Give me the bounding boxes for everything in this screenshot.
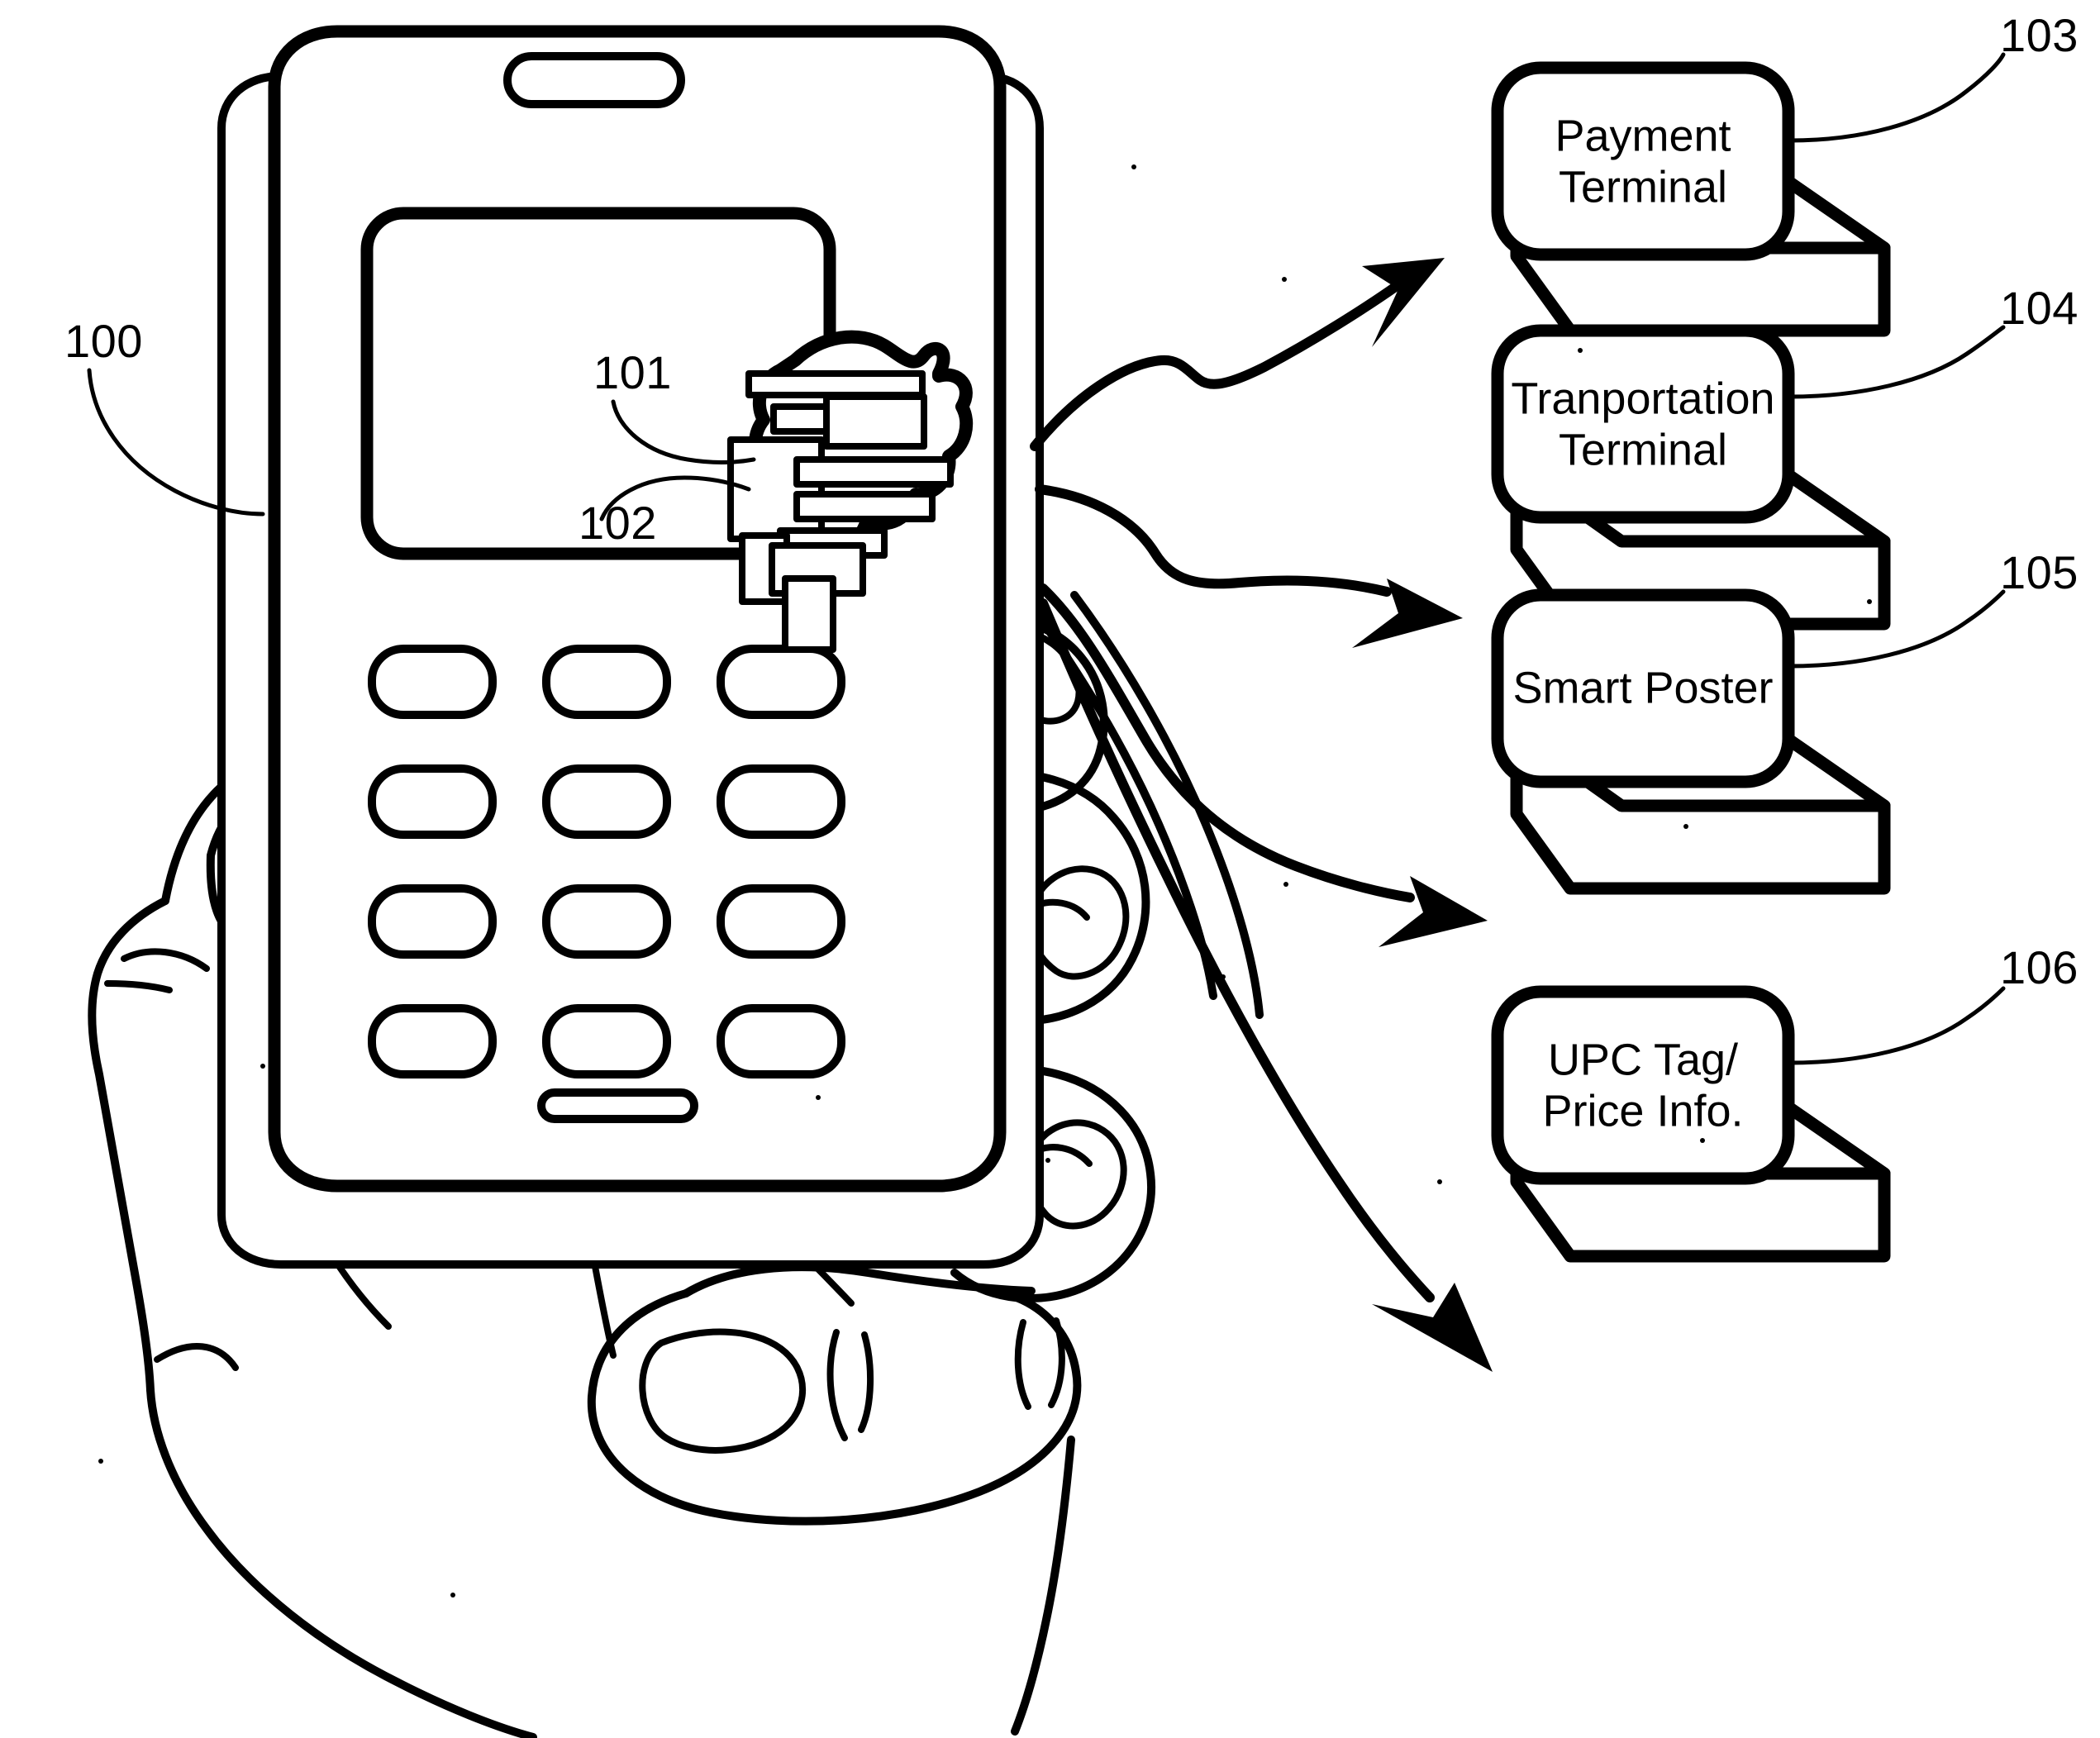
ref-106-label: 106 <box>2000 941 2079 993</box>
payment-terminal-label-line1: Payment <box>1555 111 1731 160</box>
scan-speck <box>1683 824 1688 829</box>
ref-102-label: 102 <box>579 497 657 549</box>
ref-104-label: 104 <box>2000 282 2079 334</box>
keypad-key[interactable] <box>542 884 671 959</box>
ref-101-label: 101 <box>593 346 672 398</box>
keypad-key[interactable] <box>717 645 845 719</box>
finger-pinky-crease-1 <box>826 1329 848 1441</box>
nfc-trace <box>793 491 936 522</box>
palm-thumb-web-crease <box>154 1343 239 1371</box>
ref-104-leader <box>1788 325 2006 399</box>
scan-speck <box>816 1095 821 1100</box>
transportation-terminal-label-line2: Terminal <box>1559 425 1727 474</box>
scan-speck <box>1131 164 1136 169</box>
finger-pinky-outline <box>682 1263 1036 1298</box>
keypad-key[interactable] <box>368 884 497 959</box>
finger-middle-nail <box>1026 865 1130 980</box>
upc-tag-panel[interactable] <box>1491 985 1795 1185</box>
scan-speck <box>1045 1158 1050 1163</box>
palm-lower-left-edge <box>146 1386 537 1738</box>
ref-106-leader <box>1788 986 2006 1065</box>
upc-tag-label-line1: UPC Tag/ <box>1548 1035 1738 1084</box>
scan-speck <box>1700 1138 1705 1143</box>
thumb-knuckle-crease <box>121 948 210 972</box>
scan-speck <box>1578 348 1583 353</box>
scan-speck <box>260 1064 265 1069</box>
scan-speck <box>1282 277 1287 282</box>
arrowhead-smart-poster <box>1379 876 1488 947</box>
microphone-slot <box>537 1088 698 1123</box>
scan-speck <box>1437 1179 1442 1184</box>
ref-105-label: 105 <box>2000 546 2079 598</box>
smart-poster-label-line1: Smart Poster <box>1512 663 1773 712</box>
transportation-terminal-label-line1: Tranportation <box>1511 374 1774 423</box>
arrow-to-transportation-terminal <box>1035 484 1392 597</box>
ref-103-leader <box>1788 52 2006 143</box>
nfc-trace <box>782 575 836 653</box>
arrow-to-payment-terminal <box>1030 281 1402 451</box>
finger-pinky-crease-4 <box>1048 1317 1065 1408</box>
keypad-key[interactable] <box>542 1004 671 1079</box>
earpiece-speaker <box>503 52 685 108</box>
scan-speck <box>1283 882 1288 887</box>
palm-left-edge <box>88 897 169 1394</box>
upc-tag-label-line2: Price Info. <box>1542 1086 1743 1136</box>
keypad-key[interactable] <box>717 1004 845 1079</box>
thumb-crease-2 <box>104 980 173 993</box>
payment-terminal-panel[interactable] <box>1491 61 1795 261</box>
scan-speck <box>1221 974 1226 979</box>
keypad-key[interactable] <box>368 1004 497 1079</box>
nfc-trace <box>793 456 954 488</box>
keypad-key[interactable] <box>542 645 671 719</box>
scan-speck <box>1867 599 1872 604</box>
transportation-terminal-panel[interactable] <box>1491 324 1795 524</box>
target-payment-terminal[interactable]: Payment Terminal 103 <box>1491 9 2079 337</box>
keypad-key[interactable] <box>368 764 497 839</box>
nfc-arrows <box>1030 258 1493 1372</box>
keypad-key[interactable] <box>717 884 845 959</box>
keypad-key[interactable] <box>368 645 497 719</box>
ref-100-label: 100 <box>64 315 143 367</box>
figure-canvas: 100 101 102 Payment Terminal 103 Tranpor… <box>64 9 2079 1738</box>
keypad-key[interactable] <box>542 764 671 839</box>
finger-pinky-crease-2 <box>858 1331 874 1433</box>
ref-103-label: 103 <box>2000 9 2079 61</box>
finger-pinky-crease-3 <box>1014 1319 1031 1410</box>
nfc-trace <box>745 370 926 398</box>
scan-speck <box>450 1593 455 1598</box>
nfc-trace <box>823 393 927 450</box>
hand-lower-right-edge <box>1011 1436 1075 1736</box>
mobile-phone[interactable] <box>217 25 1044 1269</box>
finger-pinky-nail <box>639 1328 807 1454</box>
keypad-key[interactable] <box>717 764 845 839</box>
scan-speck <box>98 1459 103 1464</box>
target-upc-tag[interactable]: UPC Tag/ Price Info. 106 <box>1491 941 2079 1263</box>
payment-terminal-label-line2: Terminal <box>1559 162 1727 212</box>
patent-figure: 100 101 102 Payment Terminal 103 Tranpor… <box>0 0 2100 1738</box>
